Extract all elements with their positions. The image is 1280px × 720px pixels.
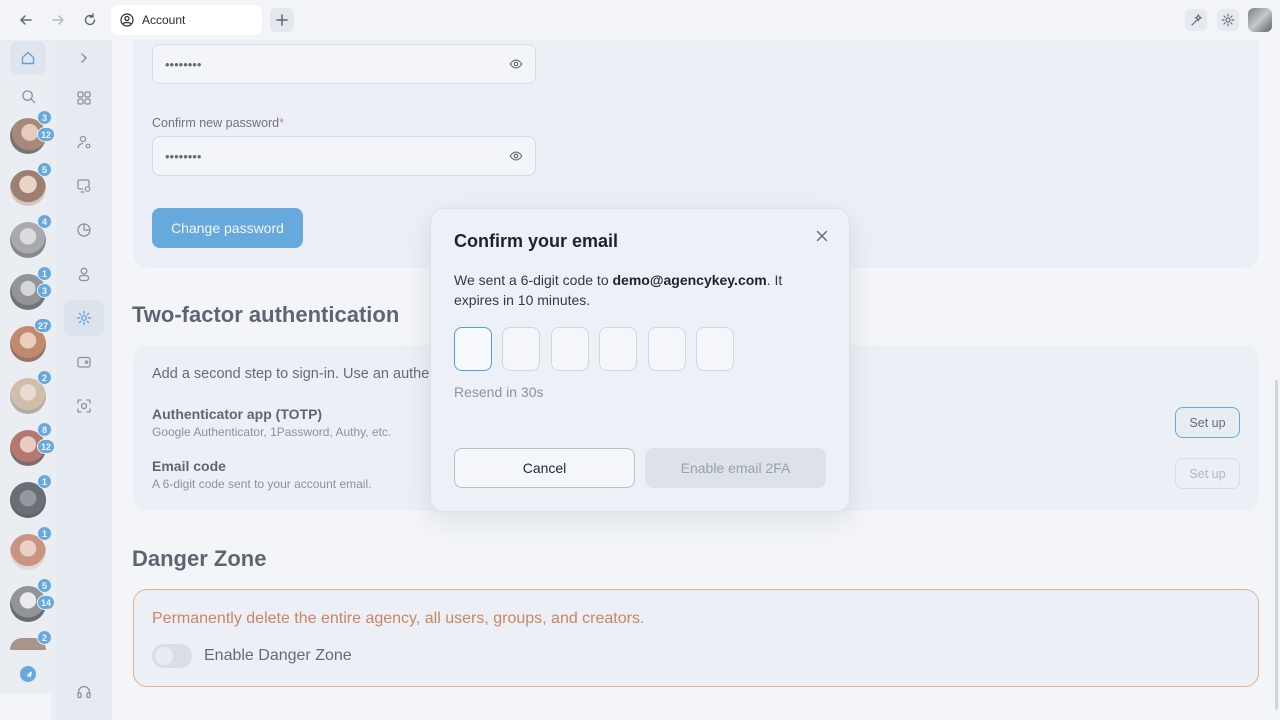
code-digit-input[interactable]	[551, 327, 589, 371]
forward-arrow-icon[interactable]	[48, 10, 68, 30]
user-avatar[interactable]	[1248, 8, 1272, 32]
browser-topbar: Account	[0, 0, 1280, 40]
code-digit-input[interactable]	[454, 327, 492, 371]
reload-icon[interactable]	[80, 10, 100, 30]
back-arrow-icon[interactable]	[16, 10, 36, 30]
modal-message: We sent a 6-digit code to demo@agencykey…	[454, 272, 783, 308]
plus-icon	[276, 14, 288, 26]
confirm-email-modal: Confirm your email We sent a 6-digit cod…	[430, 208, 850, 512]
user-circle-icon	[120, 13, 134, 27]
tab-title: Account	[142, 13, 186, 27]
code-digit-input[interactable]	[648, 327, 686, 371]
code-digit-input[interactable]	[599, 327, 637, 371]
close-icon[interactable]	[813, 227, 831, 245]
code-digit-input[interactable]	[502, 327, 540, 371]
cancel-button[interactable]: Cancel	[454, 448, 635, 488]
enable-email-2fa-button[interactable]: Enable email 2FA	[645, 448, 826, 488]
modal-title: Confirm your email	[454, 231, 619, 251]
email-address: demo@agencykey.com	[612, 272, 767, 288]
tab-account[interactable]: Account	[111, 5, 262, 35]
new-tab-button[interactable]	[270, 8, 294, 32]
sparkle-icon[interactable]	[1185, 9, 1207, 31]
resend-countdown: Resend in 30s	[454, 384, 544, 400]
code-digit-input[interactable]	[696, 327, 734, 371]
gear-icon[interactable]	[1217, 9, 1239, 31]
